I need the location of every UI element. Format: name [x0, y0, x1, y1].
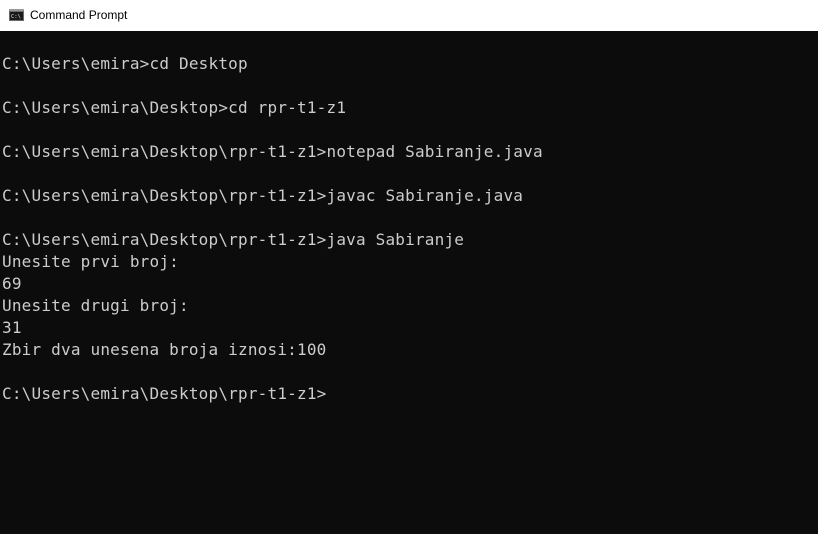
console-line: C:\Users\emira\Desktop>cd rpr-t1-z1	[2, 98, 347, 117]
console-line: C:\Users\emira\Desktop\rpr-t1-z1>javac S…	[2, 186, 524, 205]
console-output[interactable]: C:\Users\emira>cd Desktop C:\Users\emira…	[0, 31, 818, 534]
console-line: 69	[2, 274, 22, 293]
console-line: C:\Users\emira\Desktop\rpr-t1-z1>java Sa…	[2, 230, 465, 249]
console-line: 31	[2, 318, 22, 337]
console-line: Unesite drugi broj:	[2, 296, 189, 315]
console-line: C:\Users\emira\Desktop\rpr-t1-z1>notepad…	[2, 142, 543, 161]
command-prompt-window: C:\ Command Prompt C:\Users\emira>cd Des…	[0, 0, 818, 534]
title-bar[interactable]: C:\ Command Prompt	[0, 0, 818, 31]
command-prompt-icon: C:\	[9, 9, 24, 21]
window-title: Command Prompt	[30, 8, 128, 22]
console-prompt[interactable]: C:\Users\emira\Desktop\rpr-t1-z1>	[2, 383, 326, 405]
console-line: Zbir dva unesena broja iznosi:100	[2, 340, 327, 359]
svg-text:C:\: C:\	[11, 14, 21, 20]
console-line: Unesite prvi broj:	[2, 252, 179, 271]
console-line: C:\Users\emira>cd Desktop	[2, 54, 248, 73]
